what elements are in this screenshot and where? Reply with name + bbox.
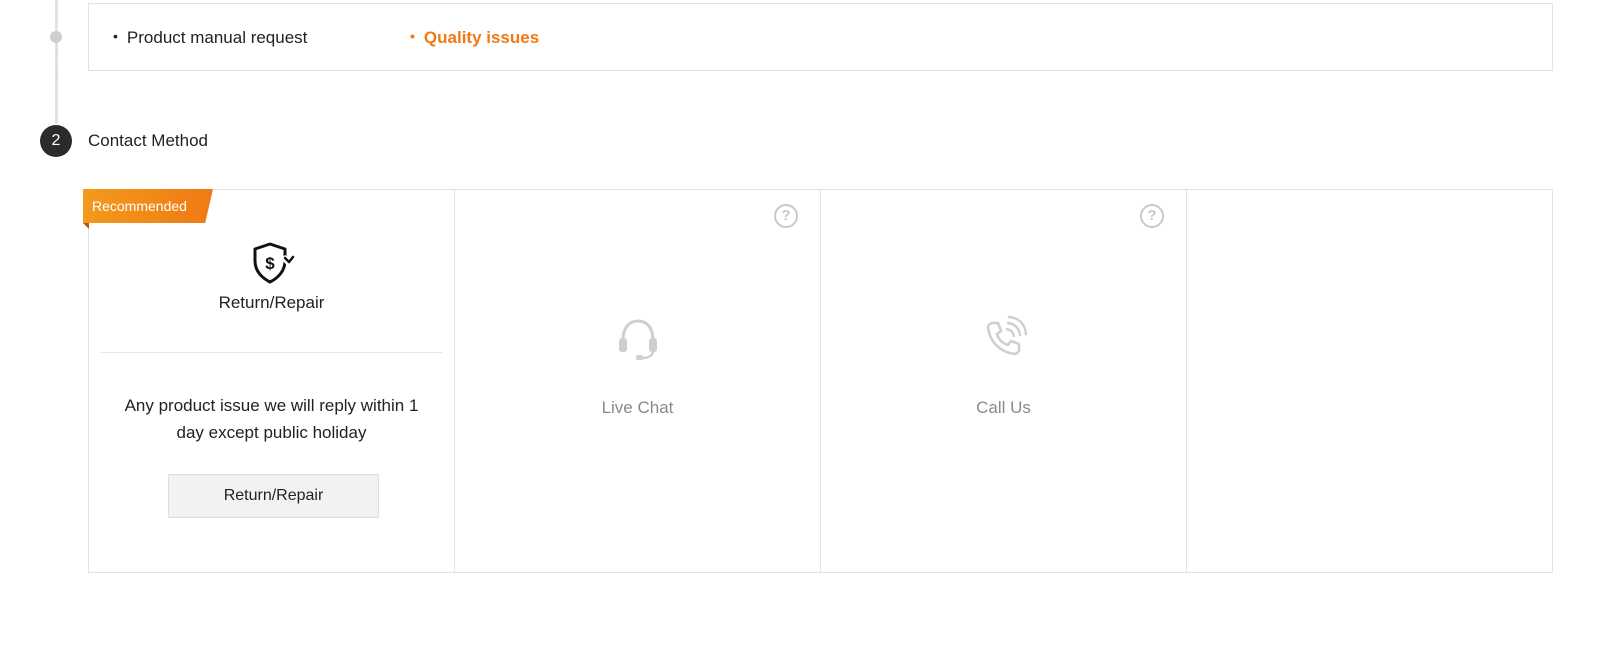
help-icon[interactable]: ? <box>1140 204 1164 228</box>
contact-method-cards: Recommended $ Return/Repair Any product … <box>83 189 1553 573</box>
card-return-repair[interactable]: Recommended $ Return/Repair Any product … <box>83 189 455 572</box>
headset-icon <box>614 314 662 367</box>
ribbon-fold <box>83 223 89 229</box>
bullet-icon: • <box>410 28 415 44</box>
card-title: Call Us <box>976 398 1031 417</box>
help-icon[interactable]: ? <box>774 204 798 228</box>
step-number-badge: 2 <box>40 125 72 157</box>
question-options-box: • Product manual request • Quality issue… <box>88 3 1553 71</box>
card-title: Return/Repair <box>218 293 325 312</box>
return-repair-button[interactable]: Return/Repair <box>168 474 379 518</box>
card-call-us[interactable]: ? Call Us <box>821 190 1187 572</box>
card-description: Any product issue we will reply within 1… <box>124 396 419 442</box>
card-divider <box>101 352 442 353</box>
bullet-icon: • <box>113 28 118 44</box>
timeline-dot <box>50 31 62 43</box>
option-quality-issues[interactable]: • Quality issues <box>410 28 539 48</box>
recommended-badge: Recommended <box>83 189 213 223</box>
card-live-chat[interactable]: ? Live Chat <box>455 190 821 572</box>
shield-dollar-refresh-icon: $ <box>249 240 296 291</box>
svg-text:$: $ <box>265 254 275 273</box>
card-title: Live Chat <box>601 398 674 417</box>
option-label: Quality issues <box>423 28 540 47</box>
card-empty <box>1187 190 1552 572</box>
timeline-dotted-segment <box>56 44 57 80</box>
phone-call-icon <box>980 314 1028 367</box>
option-label: Product manual request <box>126 28 308 47</box>
step-label: Contact Method <box>88 131 209 150</box>
option-product-manual-request[interactable]: • Product manual request <box>113 28 307 48</box>
